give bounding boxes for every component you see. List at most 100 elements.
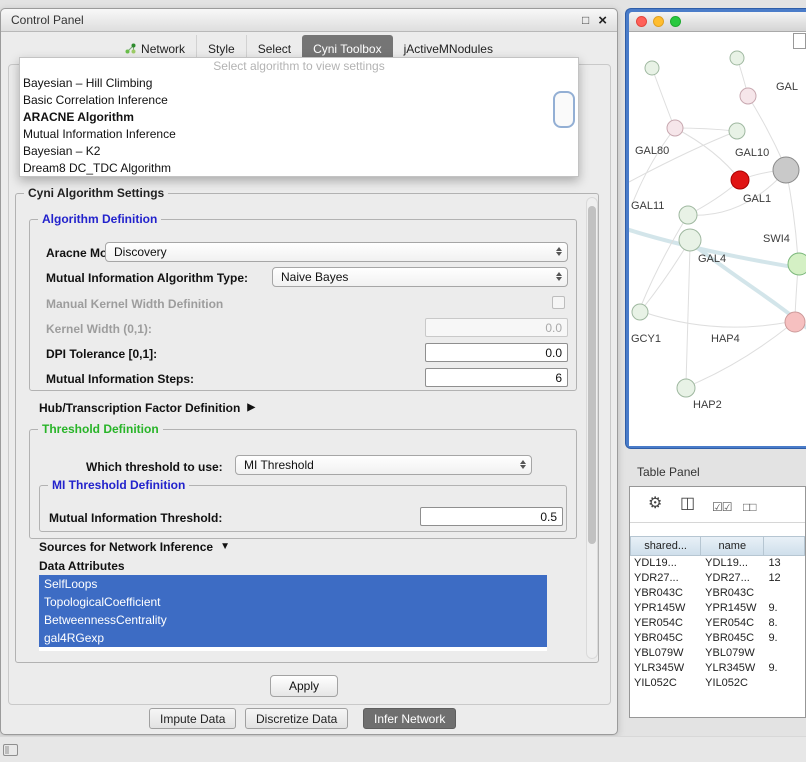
algorithm-option[interactable]: Basic Correlation Inference <box>20 92 578 109</box>
hub-definition-section[interactable]: Hub/Transcription Factor Definition ▶ <box>39 401 255 415</box>
apply-button[interactable]: Apply <box>270 675 338 697</box>
list-item[interactable]: TopologicalCoefficient <box>39 593 547 611</box>
algorithm-dropdown-popup: Select algorithm to view settings Bayesi… <box>19 57 579 177</box>
window-title: Control Panel <box>11 13 84 27</box>
collapse-arrow-icon[interactable]: ▼ <box>220 540 230 554</box>
table-row[interactable]: YBL079W YBL079W <box>630 646 805 661</box>
cell-name: YBL079W <box>701 646 764 661</box>
network-titlebar[interactable] <box>629 12 806 32</box>
cell-value: 9. <box>764 631 805 646</box>
float-window-icon[interactable]: □ <box>582 14 589 26</box>
restore-panel-icon[interactable] <box>3 744 18 756</box>
mi-threshold-field[interactable] <box>420 507 563 526</box>
algorithm-option[interactable]: Dream8 DC_TDC Algorithm <box>20 160 578 177</box>
tab-infer-network[interactable]: Infer Network <box>363 708 456 729</box>
algorithm-option[interactable]: Bayesian – K2 <box>20 143 578 160</box>
network-node[interactable] <box>632 304 648 320</box>
mi-type-value: Naive Bayes <box>281 268 348 286</box>
scrollbar-thumb[interactable] <box>588 206 596 544</box>
cell-name: YLR345W <box>701 661 764 676</box>
aracne-mode-select[interactable]: Discovery <box>105 242 568 262</box>
dpi-tolerance-field[interactable] <box>425 343 568 362</box>
network-canvas[interactable]: GAL GAL80 GAL10 GAL11 GAL1 SWI4 GAL4 GCY… <box>629 32 806 446</box>
cell-value <box>764 676 805 691</box>
cell-shared: YPR145W <box>630 601 701 616</box>
data-attributes-label: Data Attributes <box>39 559 125 573</box>
network-node[interactable] <box>785 312 805 332</box>
algorithm-option[interactable]: Bayesian – Hill Climbing <box>20 75 578 92</box>
mi-steps-field[interactable] <box>425 368 568 387</box>
network-node[interactable] <box>679 206 697 224</box>
combo-focus-ring-decoration <box>553 91 575 128</box>
cell-value: 8. <box>764 616 805 631</box>
column-header-partial[interactable] <box>764 536 805 556</box>
kernel-width-field <box>425 318 568 337</box>
node-label: GAL4 <box>698 253 726 265</box>
network-node[interactable] <box>788 253 806 275</box>
network-node[interactable] <box>645 61 659 75</box>
table-header-row: shared... name <box>630 536 805 556</box>
table-panel-title: Table Panel <box>637 465 700 479</box>
network-node[interactable] <box>679 229 701 251</box>
node-label: GAL10 <box>735 147 769 159</box>
columns-icon[interactable]: ◫ <box>680 495 695 513</box>
stepper-icon <box>554 271 563 284</box>
list-item[interactable]: BetweennessCentrality <box>39 611 547 629</box>
column-header-name[interactable]: name <box>701 536 764 556</box>
table-row[interactable]: YBR045C YBR045C 9. <box>630 631 805 646</box>
close-window-icon[interactable]: × <box>598 13 607 28</box>
network-node[interactable] <box>677 379 695 397</box>
cell-value <box>764 646 805 661</box>
group-title: MI Threshold Definition <box>48 478 189 492</box>
table-row[interactable]: YDL19... YDL19... 13 <box>630 556 805 571</box>
which-threshold-value: MI Threshold <box>244 456 314 474</box>
tab-label: Network <box>141 42 185 56</box>
table-toolbar: ⚙ ◫ ☑☑ □□ <box>630 487 805 523</box>
table-row[interactable]: YLR345W YLR345W 9. <box>630 661 805 676</box>
mi-type-select[interactable]: Naive Bayes <box>272 267 568 287</box>
gear-icon[interactable]: ⚙ <box>648 495 662 513</box>
table-row[interactable]: YER054C YER054C 8. <box>630 616 805 631</box>
network-icon <box>125 43 136 54</box>
control-panel-window: Control Panel □ × Network Style Select C… <box>0 8 618 735</box>
node-label: HAP2 <box>693 399 722 411</box>
cell-shared: YDL19... <box>630 556 701 571</box>
manual-kernel-checkbox <box>552 296 565 309</box>
control-panel-titlebar[interactable]: Control Panel □ × <box>1 9 617 32</box>
zoom-traffic-light-icon[interactable] <box>670 16 681 27</box>
network-node-hub[interactable] <box>773 157 799 183</box>
table-row[interactable]: YPR145W YPR145W 9. <box>630 601 805 616</box>
table-row[interactable]: YIL052C YIL052C <box>630 676 805 691</box>
algorithm-option-selected[interactable]: ARACNE Algorithm <box>20 109 578 126</box>
algorithm-option[interactable]: Mutual Information Inference <box>20 126 578 143</box>
cell-shared: YDR27... <box>630 571 701 586</box>
tab-impute-data[interactable]: Impute Data <box>149 708 236 729</box>
list-item[interactable]: SelfLoops <box>39 575 547 593</box>
list-item[interactable]: gal4RGexp <box>39 629 547 647</box>
sources-section[interactable]: Sources for Network Inference ▼ <box>39 540 230 554</box>
overview-box <box>793 33 806 49</box>
tab-discretize-data[interactable]: Discretize Data <box>245 708 348 729</box>
network-node[interactable] <box>729 123 745 139</box>
minimize-traffic-light-icon[interactable] <box>653 16 664 27</box>
table-row[interactable]: YDR27... YDR27... 12 <box>630 571 805 586</box>
network-node[interactable] <box>667 120 683 136</box>
select-all-checkboxes-icon[interactable]: ☑☑ <box>712 498 732 516</box>
cell-name: YIL052C <box>701 676 764 691</box>
cell-shared: YIL052C <box>630 676 701 691</box>
clear-all-checkboxes-icon[interactable]: □□ <box>743 498 756 516</box>
tab-label: Cyni Toolbox <box>313 42 381 56</box>
data-attributes-list[interactable]: SelfLoops TopologicalCoefficient Between… <box>39 575 547 651</box>
group-title: Algorithm Definition <box>38 212 161 226</box>
settings-scrollbar[interactable] <box>586 197 598 659</box>
table-toolbar-gap <box>630 523 805 536</box>
which-threshold-select[interactable]: MI Threshold <box>235 455 532 475</box>
network-node[interactable] <box>740 88 756 104</box>
network-node[interactable] <box>730 51 744 65</box>
cell-shared: YBL079W <box>630 646 701 661</box>
close-traffic-light-icon[interactable] <box>636 16 647 27</box>
column-header-shared-name[interactable]: shared... <box>630 536 701 556</box>
table-row[interactable]: YBR043C YBR043C <box>630 586 805 601</box>
network-node-highlighted[interactable] <box>731 171 749 189</box>
expand-arrow-icon[interactable]: ▶ <box>247 401 255 415</box>
